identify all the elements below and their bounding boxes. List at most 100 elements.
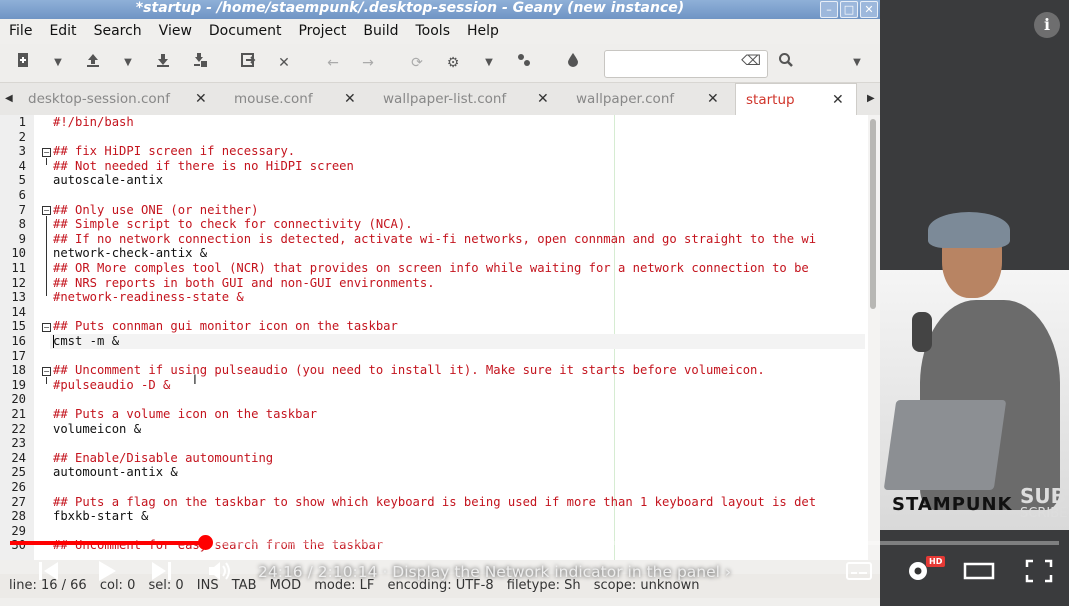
color-chooser-icon[interactable] — [562, 52, 584, 74]
line-number: 25 — [11, 465, 26, 480]
window-title: *startup - /home/staempunk/.desktop-sess… — [135, 0, 685, 16]
status-tab: TAB — [231, 578, 257, 593]
code-line: 6 — [0, 188, 868, 203]
new-dropdown-icon[interactable]: ▼ — [47, 52, 69, 74]
compile-gear-icon[interactable]: ⚙ — [442, 52, 464, 74]
code-text: ## fix HiDPI screen if necessary. — [53, 144, 296, 159]
line-number: 3 — [18, 144, 26, 159]
tab-scroll-right-icon[interactable]: ▶ — [867, 83, 875, 115]
fullscreen-icon[interactable] — [1024, 558, 1054, 591]
code-text: ## Only use ONE (or neither) — [53, 202, 259, 217]
tab-scroll-left-icon[interactable]: ◀ — [5, 83, 13, 115]
search-input[interactable]: ⌫ — [604, 50, 768, 78]
theater-mode-icon[interactable] — [963, 558, 995, 591]
more-dropdown-icon[interactable]: ▼ — [846, 52, 868, 74]
next-icon[interactable] — [148, 558, 174, 591]
code-line: 26 — [0, 480, 868, 495]
subtitles-icon[interactable] — [845, 558, 873, 591]
previous-icon[interactable] — [36, 558, 62, 591]
info-icon[interactable]: i — [1034, 12, 1060, 38]
tab-close-icon[interactable]: ✕ — [537, 83, 549, 116]
tab-wallpaper-list-conf[interactable]: wallpaper-list.conf ✕ — [383, 83, 553, 115]
code-text: ## Not needed if there is no HiDPI scree… — [53, 158, 354, 173]
tab-wallpaper-conf[interactable]: wallpaper.conf ✕ — [576, 83, 724, 115]
code-line: 3 ## fix HiDPI screen if necessary. — [0, 144, 868, 159]
line-number: 15 — [11, 319, 26, 334]
code-editor[interactable]: 1 #!/bin/bash 2 3 ## fix HiDPI screen if nec… — [0, 115, 868, 560]
minimize-button[interactable]: – — [820, 1, 838, 18]
fold-toggle-icon[interactable]: − — [42, 367, 51, 376]
code-text: ## Simple script to check for connectivi… — [53, 217, 413, 232]
line-number: 13 — [11, 290, 26, 305]
reload-icon[interactable]: ⟳ — [406, 52, 428, 74]
tab-label: desktop-session.conf — [28, 91, 170, 107]
run-icon[interactable] — [513, 52, 535, 74]
menu-view[interactable]: View — [150, 19, 200, 44]
code-line: 7 ## Only use ONE (or neither) — [0, 203, 868, 218]
clear-search-icon[interactable]: ⌫ — [741, 53, 761, 69]
build-dropdown-icon[interactable]: ▼ — [478, 52, 500, 74]
ibeam-cursor-icon: Ⅰ — [193, 373, 197, 388]
code-text: ## NRS reports in both GUI and non-GUI e… — [53, 275, 435, 290]
scrollbar-thumb[interactable] — [870, 119, 876, 309]
new-file-icon[interactable] — [12, 52, 34, 74]
code-text: ## OR More comples tool (NCR) that provi… — [53, 261, 809, 275]
channel-brand: STAMPUNK — [892, 494, 1013, 515]
tab-label: wallpaper.conf — [576, 91, 675, 107]
line-number: 18 — [11, 363, 26, 378]
code-line: 15 ## Puts connman gui monitor icon on th… — [0, 319, 868, 334]
code-line: 10 network-check-antix & — [0, 246, 868, 261]
menu-project[interactable]: Project — [289, 19, 354, 44]
save-all-icon[interactable] — [189, 52, 211, 74]
code-line: 12 ## NRS reports in both GUI and non-GUI… — [0, 276, 868, 291]
close-button[interactable]: ✕ — [860, 1, 878, 18]
tab-close-icon[interactable]: ✕ — [344, 83, 356, 116]
line-number: 29 — [11, 523, 26, 538]
vertical-scrollbar[interactable] — [868, 115, 880, 560]
code-line: 9 ## If no network connection is detected… — [0, 232, 868, 247]
code-text: ## Enable/Disable automounting — [53, 450, 274, 465]
line-number: 20 — [11, 392, 26, 407]
tab-close-icon[interactable]: ✕ — [832, 84, 844, 117]
fold-toggle-icon[interactable]: − — [42, 206, 51, 215]
menu-document[interactable]: Document — [200, 19, 290, 44]
search-icon[interactable] — [775, 52, 797, 74]
code-line: 29 — [0, 524, 868, 539]
fold-toggle-icon[interactable]: − — [42, 323, 51, 332]
play-icon[interactable] — [94, 558, 120, 591]
code-line: 1 #!/bin/bash — [0, 115, 868, 130]
tab-close-icon[interactable]: ✕ — [195, 83, 207, 116]
tab-desktop-session[interactable]: desktop-session.conf ✕ — [28, 83, 218, 115]
laptop — [883, 400, 1007, 490]
back-icon[interactable]: ← — [322, 52, 344, 74]
volume-icon[interactable] — [206, 558, 234, 591]
menu-edit[interactable]: Edit — [40, 19, 84, 44]
menu-help[interactable]: Help — [458, 19, 507, 44]
save-icon[interactable] — [152, 52, 174, 74]
forward-icon[interactable]: → — [357, 52, 379, 74]
code-text: #!/bin/bash — [53, 115, 134, 129]
code-text: ## Puts a volume icon on the taskbar — [53, 407, 318, 421]
chapter-title[interactable]: · Display the Network indicator in the p… — [382, 563, 720, 581]
tab-startup[interactable]: startup ✕ — [735, 83, 857, 115]
code-text: fbxkb-start & — [53, 509, 149, 524]
line-number: 26 — [11, 480, 26, 494]
code-line: 16 cmst -m & — [0, 334, 868, 349]
revert-icon[interactable] — [237, 52, 259, 74]
close-file-icon[interactable]: ✕ — [273, 52, 295, 74]
recent-dropdown-icon[interactable]: ▼ — [117, 52, 139, 74]
open-file-icon[interactable] — [82, 52, 104, 74]
hd-badge: HD — [926, 556, 946, 567]
fold-toggle-icon[interactable]: − — [42, 148, 51, 157]
webcam-overlay: STAMPUNK SUB SCRIBE — [880, 0, 1069, 606]
maximize-button[interactable]: □ — [840, 1, 858, 18]
menu-tools[interactable]: Tools — [407, 19, 459, 44]
toolbar: ▼ ▼ ✕ ← → ⟳ ⚙ ▼ ⌫ ▼ — [0, 44, 880, 83]
title-bar[interactable]: *startup - /home/staempunk/.desktop-sess… — [0, 0, 880, 19]
menu-search[interactable]: Search — [85, 19, 150, 44]
chapter-arrow-icon[interactable]: › — [725, 563, 731, 581]
menu-build[interactable]: Build — [354, 19, 406, 44]
menu-file[interactable]: File — [0, 19, 40, 44]
tab-close-icon[interactable]: ✕ — [707, 83, 719, 116]
tab-mouse-conf[interactable]: mouse.conf ✕ — [234, 83, 364, 115]
